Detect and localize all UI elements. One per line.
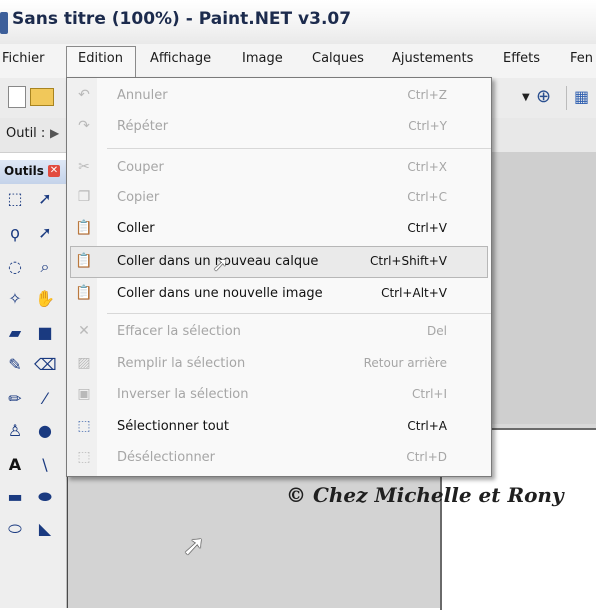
menu-item-shortcut: Retour arrière (363, 356, 447, 370)
paste-image-icon: 📋 (75, 285, 93, 301)
mouse-cursor-icon: ➚ (212, 252, 229, 276)
menu-item-copier[interactable]: ❐ Copier Ctrl+C (67, 182, 491, 214)
paste-icon: 📋 (75, 220, 93, 236)
menu-item-label: Coller (117, 221, 155, 236)
menu-item-label: Coller dans une nouvelle image (117, 286, 323, 301)
move-selection-icon[interactable]: ➚ (34, 188, 56, 210)
menu-item-label: Répéter (117, 119, 169, 134)
menu-item-selectionner-tout[interactable]: ⬚ Sélectionner tout Ctrl+A (67, 411, 491, 443)
menu-ajustements[interactable]: Ajustements (392, 51, 473, 66)
freeform-shape-icon[interactable]: ◣ (34, 518, 56, 540)
menu-item-effacer-selection[interactable]: ✕ Effacer la sélection Del (67, 316, 491, 348)
fill-icon: ▨ (77, 355, 91, 371)
menu-affichage[interactable]: Affichage (150, 51, 211, 66)
menu-item-label: Couper (117, 160, 164, 175)
menu-item-shortcut: Ctrl+C (407, 190, 447, 204)
magic-wand-icon[interactable]: ✧ (4, 288, 26, 310)
copy-icon: ❐ (77, 189, 91, 205)
menu-item-shortcut: Ctrl+V (407, 221, 447, 235)
menu-item-shortcut: Ctrl+Shift+V (370, 254, 447, 268)
menu-item-label: Copier (117, 190, 160, 205)
tools-panel-title: Outils (4, 164, 44, 178)
menu-item-repeter[interactable]: ↷ Répéter Ctrl+Y (67, 111, 491, 143)
menu-item-label: Annuler (117, 88, 168, 103)
menu-item-label: Sélectionner tout (117, 419, 230, 434)
menu-fenetre[interactable]: Fen (570, 51, 593, 66)
menu-separator (107, 148, 491, 149)
pencil-icon[interactable]: ✏ (4, 388, 26, 410)
paint-bucket-icon[interactable]: ▰ (4, 322, 26, 344)
menu-calques[interactable]: Calques (312, 51, 364, 66)
erase-x-icon: ✕ (78, 323, 90, 339)
ellipse-shape-icon[interactable]: ⬭ (4, 518, 26, 540)
menu-item-coller-nouvelle-image[interactable]: 📋 Coller dans une nouvelle image Ctrl+Al… (67, 278, 491, 310)
paste-layer-icon: 📋 (75, 253, 93, 269)
menu-item-shortcut: Ctrl+X (407, 160, 447, 174)
menu-image[interactable]: Image (242, 51, 283, 66)
toolbar-separator (566, 86, 567, 110)
redo-icon: ↷ (78, 118, 90, 134)
rounded-rectangle-icon[interactable]: ⬬ (34, 486, 56, 508)
menu-edition[interactable]: Edition (78, 51, 123, 66)
new-file-icon[interactable] (8, 86, 26, 108)
menu-effets[interactable]: Effets (503, 51, 540, 66)
window-title: Sans titre (100%) - Paint.NET v3.07 (12, 9, 352, 29)
mouse-cursor-icon: ➚ (182, 529, 206, 562)
recolor-icon[interactable]: ● (34, 420, 56, 442)
menu-item-annuler[interactable]: ↶ Annuler Ctrl+Z (67, 80, 491, 112)
invert-selection-icon: ▣ (77, 386, 91, 402)
menu-item-label: Remplir la sélection (117, 356, 246, 371)
pan-hand-icon[interactable]: ✋ (34, 288, 56, 310)
tool-selector-arrow-icon[interactable]: ▶ (50, 126, 59, 140)
menu-item-coller-nouveau-calque[interactable]: 📋 Coller dans un nouveau calque Ctrl+Shi… (67, 246, 491, 278)
zoom-tool-icon[interactable]: ⌕ (34, 256, 56, 278)
select-all-icon: ⬚ (77, 418, 91, 434)
menu-item-shortcut: Ctrl+Y (408, 119, 447, 133)
gradient-icon[interactable]: ■ (34, 322, 56, 344)
undo-icon: ↶ (78, 87, 90, 103)
rectangle-shape-icon[interactable]: ▬ (4, 486, 26, 508)
menu-item-shortcut: Ctrl+Alt+V (381, 286, 447, 300)
zoom-dropdown-icon[interactable]: ▼ (522, 92, 530, 103)
menu-item-shortcut: Ctrl+A (407, 419, 447, 433)
menu-item-shortcut: Ctrl+Z (407, 88, 447, 102)
watermark-text: © Chez Michelle et Rony (286, 483, 564, 507)
line-curve-icon[interactable]: \ (34, 454, 56, 476)
menu-item-shortcut: Ctrl+D (406, 450, 447, 464)
color-picker-icon[interactable]: ⁄ (34, 388, 56, 410)
menu-fichier[interactable]: Fichier (2, 51, 45, 66)
menu-item-shortcut: Del (427, 324, 447, 338)
menu-item-label: Effacer la sélection (117, 324, 241, 339)
menu-item-deselectionner[interactable]: ⬚ Désélectionner Ctrl+D (67, 442, 491, 474)
move-pixels-icon[interactable]: ➚ (34, 222, 56, 244)
rectangle-select-icon[interactable]: ⬚ (4, 188, 26, 210)
deselect-icon: ⬚ (77, 449, 91, 465)
app-icon (0, 12, 8, 34)
zoom-icon[interactable]: ⊕ (536, 86, 558, 108)
scissors-icon: ✂ (78, 159, 90, 175)
lasso-icon[interactable]: ϙ (4, 222, 26, 244)
open-folder-icon[interactable] (30, 88, 54, 106)
eraser-icon[interactable]: ⌫ (34, 354, 57, 376)
menu-item-inverser-selection[interactable]: ▣ Inverser la sélection Ctrl+I (67, 379, 491, 411)
menu-separator (107, 313, 491, 314)
menu-item-label: Désélectionner (117, 450, 216, 465)
menu-item-coller[interactable]: 📋 Coller Ctrl+V (67, 213, 491, 245)
menu-item-remplir-selection[interactable]: ▨ Remplir la sélection Retour arrière (67, 348, 491, 380)
paintbrush-icon[interactable]: ✎ (4, 354, 26, 376)
close-icon[interactable]: ✕ (48, 165, 60, 177)
tool-label: Outil : (6, 126, 46, 141)
text-tool-icon[interactable]: A (4, 454, 26, 476)
clone-stamp-icon[interactable]: ♙ (4, 420, 26, 442)
ellipse-select-icon[interactable]: ◌ (4, 256, 26, 278)
menu-item-label: Inverser la sélection (117, 387, 249, 402)
grid-icon[interactable]: ▦ (574, 88, 590, 106)
menu-item-couper[interactable]: ✂ Couper Ctrl+X (67, 152, 491, 184)
menu-item-shortcut: Ctrl+I (412, 387, 447, 401)
